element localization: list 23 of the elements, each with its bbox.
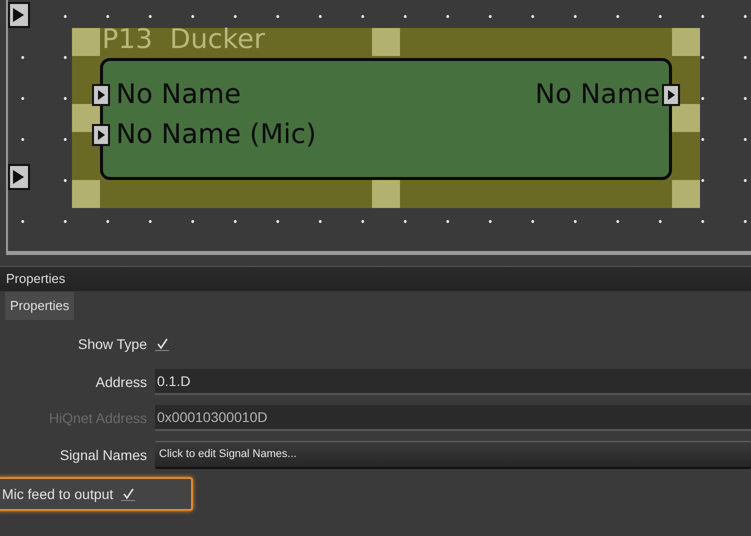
resize-handle[interactable] [72,180,100,208]
text-field[interactable]: 0.1.D [155,369,751,395]
resize-handle[interactable] [72,28,100,56]
output-label: No Name [535,78,660,112]
checkbox[interactable] [155,337,169,351]
input-label: No Name (Mic) [116,118,316,152]
field-label: Signal Names [60,446,147,465]
check-icon [122,488,134,500]
tab[interactable]: Properties [5,292,74,320]
edit-signal-names-button[interactable]: Click to edit Signal Names... [155,441,751,469]
field-label: Show Type [78,334,147,354]
resize-handle[interactable] [672,180,700,208]
field-label: Mic feed to output [2,484,114,504]
field-label: Address [96,372,147,392]
panel-title: Properties [6,270,66,288]
resize-handle[interactable] [372,180,400,208]
resize-handle[interactable] [372,28,400,56]
checkbox[interactable] [121,487,136,501]
input-label: No Name [116,78,241,112]
check-icon [156,338,168,350]
resize-handle[interactable] [672,28,700,56]
resize-handle[interactable] [672,104,700,132]
resize-handle[interactable] [72,104,100,132]
